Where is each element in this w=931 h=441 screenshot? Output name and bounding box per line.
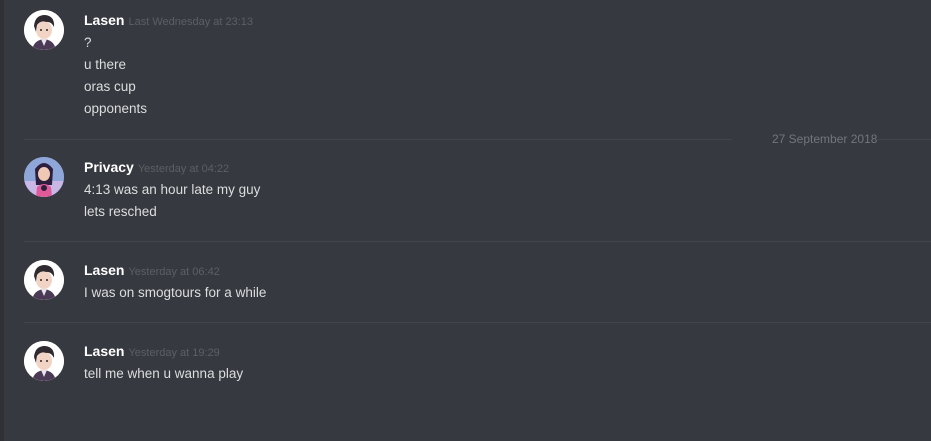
divider-rule — [24, 139, 732, 140]
message-group: Lasen Yesterday at 06:42 I was on smogtou… — [4, 260, 931, 310]
message-header: Privacy Yesterday at 04:22 — [84, 157, 229, 177]
message-line: lets resched — [84, 204, 157, 219]
message-content: 4:13 was an hour late my guy lets resche… — [84, 179, 260, 223]
divider-rule — [876, 139, 931, 140]
lasen-avatar-icon — [24, 260, 64, 300]
message-group: Lasen Last Wednesday at 23:13 ? u there o… — [4, 10, 931, 120]
message-header: Lasen Yesterday at 19:29 — [84, 341, 220, 361]
date-divider-label: 27 September 2018 — [772, 132, 878, 146]
message-line: 4:13 was an hour late my guy — [84, 182, 261, 197]
message-group: Lasen Yesterday at 19:29 tell me when u w… — [4, 341, 931, 391]
timestamp: Yesterday at 06:42 — [128, 266, 220, 278]
avatar-lasen[interactable] — [24, 341, 64, 381]
lasen-avatar-icon — [24, 341, 64, 381]
lasen-avatar-icon — [24, 10, 64, 50]
message-divider — [24, 241, 931, 242]
message-header: Lasen Last Wednesday at 23:13 — [84, 10, 253, 30]
message-line: ? — [84, 35, 92, 50]
avatar-lasen[interactable] — [24, 260, 64, 300]
timestamp: Last Wednesday at 23:13 — [128, 16, 254, 28]
username[interactable]: Privacy — [84, 159, 134, 175]
avatar-lasen[interactable] — [24, 10, 64, 50]
message-content: tell me when u wanna play — [84, 363, 243, 385]
username[interactable]: Lasen — [84, 12, 124, 28]
message-list: Lasen Last Wednesday at 23:13 ? u there o… — [4, 0, 931, 441]
date-divider: 27 September 2018 — [24, 132, 931, 146]
message-line: opponents — [84, 101, 148, 116]
message-group: Privacy Yesterday at 04:22 4:13 was an ho… — [4, 157, 931, 227]
message-line: oras cup — [84, 79, 136, 94]
privacy-avatar-icon — [24, 157, 64, 197]
message-line: u there — [84, 57, 127, 72]
message-line: I was on smogtours for a while — [84, 285, 267, 300]
message-line: tell me when u wanna play — [84, 366, 244, 381]
message-content: I was on smogtours for a while — [84, 282, 266, 304]
username[interactable]: Lasen — [84, 343, 124, 359]
message-header: Lasen Yesterday at 06:42 — [84, 260, 220, 280]
message-divider — [24, 322, 931, 323]
timestamp: Yesterday at 19:29 — [128, 347, 220, 359]
username[interactable]: Lasen — [84, 262, 124, 278]
avatar-privacy[interactable] — [24, 157, 64, 197]
timestamp: Yesterday at 04:22 — [137, 163, 230, 175]
message-content: ? u there oras cup opponents — [84, 32, 147, 120]
